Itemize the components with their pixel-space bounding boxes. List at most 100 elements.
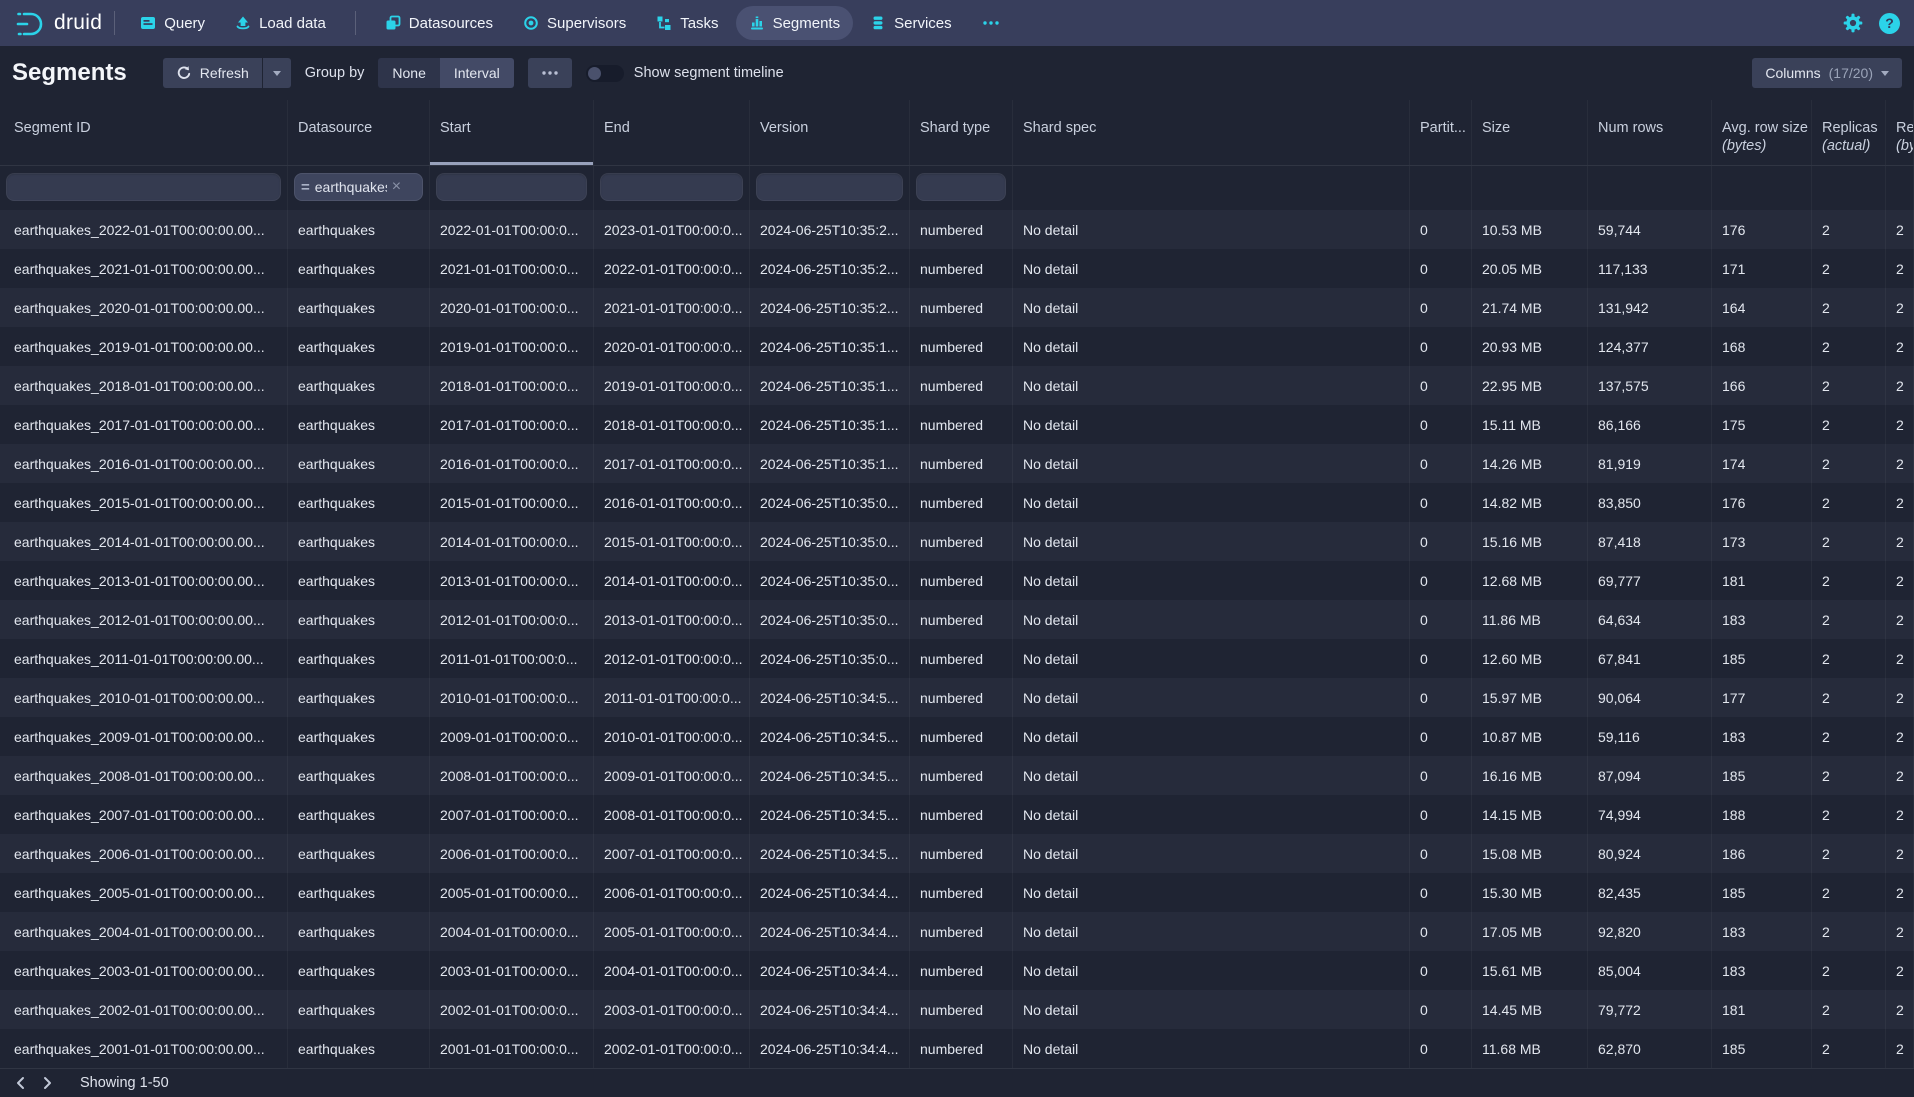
cell-replicated-size[interactable]: 2 [1886, 561, 1914, 600]
cell-avg-row-size[interactable]: 177 [1712, 678, 1812, 717]
table-row[interactable]: earthquakes_2005-01-01T00:00:00.00... ea… [0, 873, 1914, 912]
cell-replicated-size[interactable]: 2 [1886, 366, 1914, 405]
cell-end[interactable]: 2019-01-01T00:00:0... [594, 366, 750, 405]
cell-shard-spec[interactable]: No detail [1013, 327, 1410, 366]
cell-size[interactable]: 15.16 MB [1472, 522, 1588, 561]
cell-num-rows[interactable]: 69,777 [1588, 561, 1712, 600]
toolbar-more-button[interactable] [528, 58, 572, 88]
column-header-shard-spec[interactable]: Shard spec [1013, 100, 1410, 165]
cell-size[interactable]: 11.86 MB [1472, 600, 1588, 639]
cell-replicated-size[interactable]: 2 [1886, 834, 1914, 873]
cell-start[interactable]: 2005-01-01T00:00:0... [430, 873, 594, 912]
datasource-filter-chip[interactable]: = earthquakes × [294, 173, 423, 201]
cell-datasource[interactable]: earthquakes [288, 678, 430, 717]
cell-segment-id[interactable]: earthquakes_2004-01-01T00:00:00.00... [0, 912, 288, 951]
columns-button[interactable]: Columns (17/20) [1752, 58, 1902, 88]
column-header-partition[interactable]: Partit... [1410, 100, 1472, 165]
cell-shard-spec[interactable]: No detail [1013, 366, 1410, 405]
cell-num-rows[interactable]: 86,166 [1588, 405, 1712, 444]
cell-replicas[interactable]: 2 [1812, 444, 1886, 483]
cell-end[interactable]: 2002-01-01T00:00:0... [594, 1029, 750, 1068]
cell-end[interactable]: 2020-01-01T00:00:0... [594, 327, 750, 366]
cell-avg-row-size[interactable]: 183 [1712, 912, 1812, 951]
cell-partition[interactable]: 0 [1410, 366, 1472, 405]
cell-shard-spec[interactable]: No detail [1013, 288, 1410, 327]
cell-segment-id[interactable]: earthquakes_2020-01-01T00:00:00.00... [0, 288, 288, 327]
cell-shard-type[interactable]: numbered [910, 834, 1013, 873]
cell-start[interactable]: 2012-01-01T00:00:0... [430, 600, 594, 639]
cell-replicated-size[interactable]: 2 [1886, 912, 1914, 951]
refresh-button[interactable]: Refresh [163, 58, 262, 88]
cell-end[interactable]: 2016-01-01T00:00:0... [594, 483, 750, 522]
cell-start[interactable]: 2003-01-01T00:00:0... [430, 951, 594, 990]
cell-replicas[interactable]: 2 [1812, 951, 1886, 990]
cell-size[interactable]: 15.97 MB [1472, 678, 1588, 717]
cell-replicated-size[interactable]: 2 [1886, 210, 1914, 249]
cell-replicated-size[interactable]: 2 [1886, 444, 1914, 483]
cell-avg-row-size[interactable]: 185 [1712, 873, 1812, 912]
cell-partition[interactable]: 0 [1410, 327, 1472, 366]
cell-replicas[interactable]: 2 [1812, 405, 1886, 444]
cell-start[interactable]: 2020-01-01T00:00:0... [430, 288, 594, 327]
cell-avg-row-size[interactable]: 181 [1712, 990, 1812, 1029]
cell-num-rows[interactable]: 85,004 [1588, 951, 1712, 990]
cell-num-rows[interactable]: 67,841 [1588, 639, 1712, 678]
cell-size[interactable]: 15.61 MB [1472, 951, 1588, 990]
cell-replicated-size[interactable]: 2 [1886, 249, 1914, 288]
cell-start[interactable]: 2001-01-01T00:00:0... [430, 1029, 594, 1068]
cell-shard-spec[interactable]: No detail [1013, 522, 1410, 561]
cell-avg-row-size[interactable]: 168 [1712, 327, 1812, 366]
cell-partition[interactable]: 0 [1410, 834, 1472, 873]
cell-replicas[interactable]: 2 [1812, 366, 1886, 405]
cell-end[interactable]: 2023-01-01T00:00:0... [594, 210, 750, 249]
close-icon[interactable]: × [392, 179, 401, 195]
cell-partition[interactable]: 0 [1410, 678, 1472, 717]
cell-end[interactable]: 2021-01-01T00:00:0... [594, 288, 750, 327]
cell-shard-spec[interactable]: No detail [1013, 756, 1410, 795]
cell-start[interactable]: 2009-01-01T00:00:0... [430, 717, 594, 756]
cell-num-rows[interactable]: 83,850 [1588, 483, 1712, 522]
nav-item-datasources[interactable]: Datasources [372, 6, 506, 40]
cell-segment-id[interactable]: earthquakes_2012-01-01T00:00:00.00... [0, 600, 288, 639]
cell-shard-type[interactable]: numbered [910, 1029, 1013, 1068]
segment-timeline-toggle[interactable] [586, 65, 624, 82]
table-row[interactable]: earthquakes_2003-01-01T00:00:00.00... ea… [0, 951, 1914, 990]
cell-shard-spec[interactable]: No detail [1013, 600, 1410, 639]
column-header-num-rows[interactable]: Num rows [1588, 100, 1712, 165]
cell-num-rows[interactable]: 82,435 [1588, 873, 1712, 912]
cell-replicas[interactable]: 2 [1812, 600, 1886, 639]
table-row[interactable]: earthquakes_2016-01-01T00:00:00.00... ea… [0, 444, 1914, 483]
cell-version[interactable]: 2024-06-25T10:35:2... [750, 210, 910, 249]
cell-end[interactable]: 2009-01-01T00:00:0... [594, 756, 750, 795]
cell-avg-row-size[interactable]: 164 [1712, 288, 1812, 327]
table-row[interactable]: earthquakes_2021-01-01T00:00:00.00... ea… [0, 249, 1914, 288]
cell-segment-id[interactable]: earthquakes_2003-01-01T00:00:00.00... [0, 951, 288, 990]
cell-shard-spec[interactable]: No detail [1013, 717, 1410, 756]
column-header-shard-type[interactable]: Shard type [910, 100, 1013, 165]
version-filter-input[interactable] [756, 173, 903, 201]
table-row[interactable]: earthquakes_2013-01-01T00:00:00.00... ea… [0, 561, 1914, 600]
cell-version[interactable]: 2024-06-25T10:34:4... [750, 951, 910, 990]
cell-partition[interactable]: 0 [1410, 717, 1472, 756]
cell-version[interactable]: 2024-06-25T10:35:0... [750, 639, 910, 678]
cell-size[interactable]: 14.82 MB [1472, 483, 1588, 522]
start-filter-input[interactable] [436, 173, 587, 201]
cell-size[interactable]: 10.53 MB [1472, 210, 1588, 249]
cell-end[interactable]: 2007-01-01T00:00:0... [594, 834, 750, 873]
cell-avg-row-size[interactable]: 173 [1712, 522, 1812, 561]
cell-num-rows[interactable]: 87,094 [1588, 756, 1712, 795]
cell-start[interactable]: 2010-01-01T00:00:0... [430, 678, 594, 717]
column-header-avg-row-size[interactable]: Avg. row size(bytes) [1712, 100, 1812, 165]
column-header-end[interactable]: End [594, 100, 750, 165]
cell-segment-id[interactable]: earthquakes_2013-01-01T00:00:00.00... [0, 561, 288, 600]
cell-shard-spec[interactable]: No detail [1013, 912, 1410, 951]
nav-item-tasks[interactable]: Tasks [643, 6, 731, 40]
cell-version[interactable]: 2024-06-25T10:34:5... [750, 834, 910, 873]
cell-partition[interactable]: 0 [1410, 1029, 1472, 1068]
cell-version[interactable]: 2024-06-25T10:34:5... [750, 795, 910, 834]
cell-shard-type[interactable]: numbered [910, 912, 1013, 951]
cell-version[interactable]: 2024-06-25T10:34:4... [750, 873, 910, 912]
cell-segment-id[interactable]: earthquakes_2002-01-01T00:00:00.00... [0, 990, 288, 1029]
cell-end[interactable]: 2012-01-01T00:00:0... [594, 639, 750, 678]
cell-num-rows[interactable]: 59,744 [1588, 210, 1712, 249]
